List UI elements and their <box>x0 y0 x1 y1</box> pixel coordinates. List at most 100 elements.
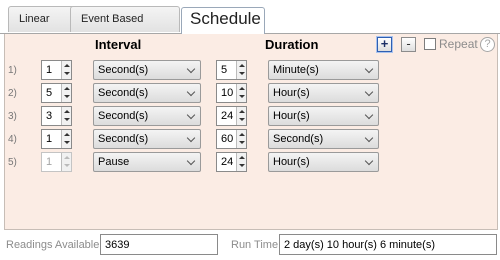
remove-row-button[interactable]: - <box>401 37 416 52</box>
row-index: 1) <box>8 65 17 76</box>
stepper-buttons <box>61 84 71 102</box>
interval-unit-value: Second(s) <box>98 133 149 145</box>
status-bar: Readings Available 3639 Run Time 2 day(s… <box>0 230 500 260</box>
tab-event-based-label: Event Based <box>81 13 144 25</box>
tab-schedule-label: Schedule <box>190 9 261 28</box>
interval-unit-value: Second(s) <box>98 64 149 76</box>
stepper-down-icon <box>64 164 70 167</box>
interval-value-stepper: 1 <box>41 152 72 172</box>
duration-unit-dropdown[interactable]: Second(s) <box>268 129 379 149</box>
stepper-buttons <box>61 130 71 148</box>
interval-unit-dropdown[interactable]: Second(s) <box>93 83 201 103</box>
repeat-checkbox[interactable] <box>424 38 436 50</box>
duration-unit-dropdown[interactable]: Hour(s) <box>268 106 379 126</box>
add-row-button[interactable]: + <box>377 37 392 52</box>
interval-unit-value: Second(s) <box>98 110 149 122</box>
row-index: 3) <box>8 111 17 122</box>
tab-event-based[interactable]: Event Based <box>70 6 180 32</box>
stepper-buttons <box>236 130 246 148</box>
duration-unit-dropdown[interactable]: Hour(s) <box>268 152 379 172</box>
interval-value: 1 <box>46 133 53 145</box>
stepper-up-icon[interactable] <box>64 64 70 67</box>
stepper-up-icon[interactable] <box>64 110 70 113</box>
duration-unit-value: Second(s) <box>273 133 324 145</box>
interval-value-stepper[interactable]: 3 <box>41 106 72 126</box>
chevron-down-icon <box>364 133 374 143</box>
stepper-up-icon[interactable] <box>239 64 245 67</box>
stepper-buttons <box>61 61 71 79</box>
chevron-down-icon <box>364 156 374 166</box>
interval-value: 1 <box>46 64 53 76</box>
stepper-up-icon[interactable] <box>239 87 245 90</box>
stepper-down-icon[interactable] <box>64 118 70 121</box>
duration-value-stepper[interactable]: 5 <box>216 60 247 80</box>
schedule-panel: Interval Duration + - Repeat ? 1) 1 Seco… <box>4 34 498 230</box>
stepper-buttons <box>236 107 246 125</box>
stepper-up-icon <box>64 156 70 159</box>
chevron-down-icon <box>186 133 196 143</box>
stepper-up-icon[interactable] <box>239 156 245 159</box>
interval-unit-value: Second(s) <box>98 87 149 99</box>
chevron-down-icon <box>364 110 374 120</box>
run-time-label: Run Time <box>231 239 279 251</box>
interval-unit-dropdown[interactable]: Second(s) <box>93 106 201 126</box>
stepper-down-icon[interactable] <box>239 141 245 144</box>
interval-value-stepper[interactable]: 1 <box>41 60 72 80</box>
chevron-down-icon <box>186 64 196 74</box>
tab-linear-label: Linear <box>19 13 50 25</box>
stepper-buttons <box>236 84 246 102</box>
duration-unit-value: Hour(s) <box>273 156 310 168</box>
duration-value-stepper[interactable]: 10 <box>216 83 247 103</box>
chevron-down-icon <box>186 156 196 166</box>
stepper-up-icon[interactable] <box>64 133 70 136</box>
interval-value-stepper[interactable]: 5 <box>41 83 72 103</box>
duration-value: 24 <box>221 156 234 168</box>
duration-unit-dropdown[interactable]: Hour(s) <box>268 83 379 103</box>
interval-unit-dropdown[interactable]: Pause <box>93 152 201 172</box>
help-icon[interactable]: ? <box>480 37 495 52</box>
stepper-down-icon[interactable] <box>64 72 70 75</box>
chevron-down-icon <box>364 87 374 97</box>
run-time-field: 2 day(s) 10 hour(s) 6 minute(s) <box>279 234 497 255</box>
stepper-down-icon[interactable] <box>239 72 245 75</box>
stepper-up-icon[interactable] <box>239 133 245 136</box>
schedule-row: 5) 1 Pause 24 Hour(s) <box>5 152 499 174</box>
schedule-row: 3) 3 Second(s) 24 Hour(s) <box>5 106 499 128</box>
stepper-down-icon[interactable] <box>64 141 70 144</box>
interval-value-stepper[interactable]: 1 <box>41 129 72 149</box>
tab-schedule[interactable]: Schedule <box>181 7 265 34</box>
repeat-label: Repeat <box>439 37 478 51</box>
stepper-down-icon[interactable] <box>239 164 245 167</box>
row-index: 2) <box>8 88 17 99</box>
interval-unit-dropdown[interactable]: Second(s) <box>93 60 201 80</box>
stepper-up-icon[interactable] <box>239 110 245 113</box>
interval-header: Interval <box>95 37 142 52</box>
stepper-up-icon[interactable] <box>64 87 70 90</box>
interval-unit-value: Pause <box>98 156 130 168</box>
interval-value: 5 <box>46 87 53 99</box>
tab-bar: Linear Event Based Schedule <box>0 0 500 34</box>
duration-unit-value: Hour(s) <box>273 110 310 122</box>
interval-value: 3 <box>46 110 53 122</box>
stepper-down-icon[interactable] <box>64 95 70 98</box>
chevron-down-icon <box>186 110 196 120</box>
duration-value: 60 <box>221 133 234 145</box>
stepper-buttons <box>236 153 246 171</box>
chevron-down-icon <box>364 64 374 74</box>
readings-available-label: Readings Available <box>6 239 100 251</box>
stepper-buttons <box>236 61 246 79</box>
schedule-row: 2) 5 Second(s) 10 Hour(s) <box>5 83 499 105</box>
duration-unit-value: Minute(s) <box>273 64 319 76</box>
duration-unit-dropdown[interactable]: Minute(s) <box>268 60 379 80</box>
duration-value-stepper[interactable]: 24 <box>216 152 247 172</box>
duration-value-stepper[interactable]: 24 <box>216 106 247 126</box>
stepper-down-icon[interactable] <box>239 95 245 98</box>
chevron-down-icon <box>186 87 196 97</box>
tab-linear[interactable]: Linear <box>8 6 75 32</box>
schedule-row: 4) 1 Second(s) 60 Second(s) <box>5 129 499 151</box>
duration-unit-value: Hour(s) <box>273 87 310 99</box>
duration-header: Duration <box>265 37 319 52</box>
stepper-down-icon[interactable] <box>239 118 245 121</box>
duration-value-stepper[interactable]: 60 <box>216 129 247 149</box>
interval-unit-dropdown[interactable]: Second(s) <box>93 129 201 149</box>
